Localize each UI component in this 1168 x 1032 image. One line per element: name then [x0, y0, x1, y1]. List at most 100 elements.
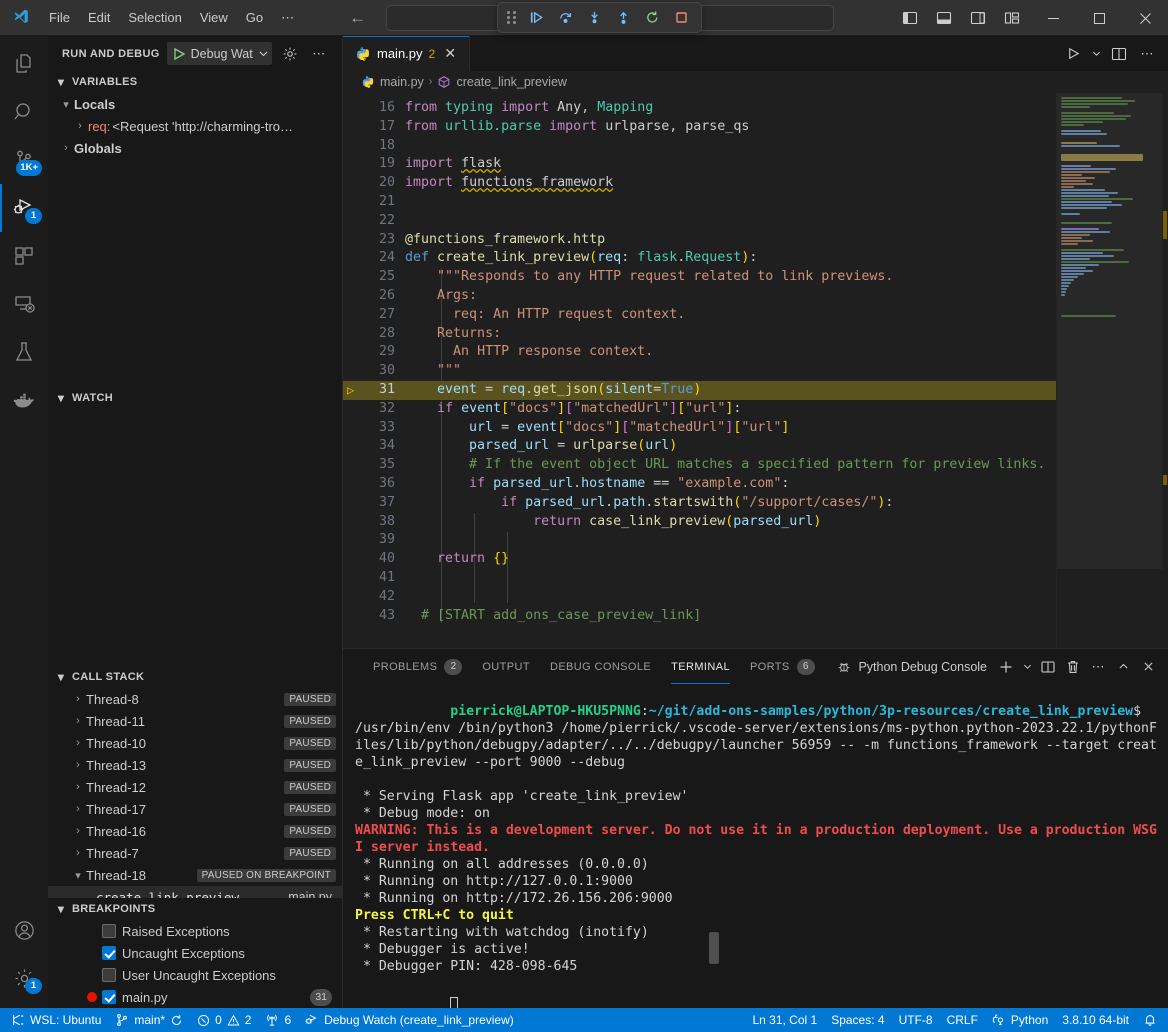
debug-step-into-icon[interactable] [581, 6, 607, 30]
tab-ports[interactable]: PORTS 6 [740, 649, 825, 684]
menu-more[interactable]: ⋯ [272, 6, 303, 30]
callstack-thread[interactable]: › Thread-17 PAUSED [48, 798, 342, 820]
new-terminal-icon[interactable] [994, 655, 1018, 679]
panel-more-actions-icon[interactable]: ⋯ [1086, 655, 1110, 679]
status-cursor-position[interactable]: Ln 31, Col 1 [745, 1008, 824, 1032]
breakpoint-checkbox[interactable] [102, 968, 116, 982]
status-remote-host[interactable]: WSL: Ubuntu [4, 1008, 108, 1032]
activitybar-item-docker[interactable] [0, 376, 48, 424]
editor-minimap[interactable] [1056, 93, 1168, 648]
tab-output[interactable]: OUTPUT [472, 649, 540, 684]
breakpoint-checkbox[interactable] [102, 924, 116, 938]
activitybar-item-testing[interactable] [0, 328, 48, 376]
status-problems[interactable]: 0 2 [190, 1008, 258, 1032]
breadcrumb-symbol[interactable]: create_link_preview [437, 75, 566, 89]
terminal-scrollbar-thumb[interactable] [709, 932, 719, 964]
breakpoint-item[interactable]: User Uncaught Exceptions [48, 964, 342, 986]
debug-step-over-icon[interactable] [552, 6, 578, 30]
callstack-thread[interactable]: › Thread-7 PAUSED [48, 842, 342, 864]
activitybar-item-source-control[interactable]: 1K+ [0, 136, 48, 184]
callstack-thread[interactable]: › Thread-10 PAUSED [48, 732, 342, 754]
tab-terminal[interactable]: TERMINAL [661, 649, 740, 684]
status-encoding[interactable]: UTF-8 [892, 1008, 940, 1032]
variables-node-locals[interactable]: ▾ Locals [48, 93, 342, 115]
split-terminal-icon[interactable] [1036, 655, 1060, 679]
status-notifications[interactable] [1136, 1008, 1164, 1032]
window-minimize-icon[interactable] [1030, 0, 1076, 36]
active-terminal-entry[interactable]: Python Debug Console [836, 659, 987, 675]
menu-edit[interactable]: Edit [79, 6, 119, 29]
status-interpreter-version[interactable]: 3.8.10 64-bit [1055, 1008, 1136, 1032]
status-ports[interactable]: 6 [258, 1008, 298, 1032]
menu-view[interactable]: View [191, 6, 237, 29]
status-debug-session[interactable]: Debug Watch (create_link_preview) [298, 1008, 521, 1032]
close-panel-icon[interactable] [1136, 655, 1160, 679]
activitybar-item-manage[interactable]: 1 [0, 954, 48, 1002]
toggle-primary-sidebar-icon[interactable] [894, 5, 926, 31]
variables-node-globals[interactable]: › Globals [48, 137, 342, 159]
menu-go[interactable]: Go [237, 6, 272, 29]
breakpoint-checkbox[interactable] [102, 946, 116, 960]
activitybar-item-run-and-debug[interactable]: 1 [0, 184, 48, 232]
editor-more-actions-icon[interactable]: ⋯ [1134, 41, 1160, 67]
activitybar-item-remote-explorer[interactable] [0, 280, 48, 328]
toggle-secondary-sidebar-icon[interactable] [962, 5, 994, 31]
debug-stop-icon[interactable] [668, 6, 694, 30]
activitybar-item-search[interactable] [0, 88, 48, 136]
menu-file[interactable]: File [40, 6, 79, 29]
tab-debug-console[interactable]: DEBUG CONSOLE [540, 649, 661, 684]
callstack-thread[interactable]: › Thread-12 PAUSED [48, 776, 342, 798]
run-python-file-icon[interactable] [1060, 41, 1086, 67]
callstack-thread[interactable]: › Thread-13 PAUSED [48, 754, 342, 776]
customize-layout-icon[interactable] [996, 5, 1028, 31]
menu-selection[interactable]: Selection [119, 6, 190, 29]
activitybar-item-explorer[interactable] [0, 40, 48, 88]
breakpoint-checkbox[interactable] [102, 990, 116, 1004]
code-content[interactable]: from typing import Any, Mapping from url… [405, 93, 1056, 644]
scrollbar-thumb[interactable] [1163, 211, 1167, 239]
status-eol[interactable]: CRLF [940, 1008, 985, 1032]
variables-section-header[interactable]: ▾ VARIABLES [48, 71, 342, 93]
callstack-thread[interactable]: › Thread-8 PAUSED [48, 688, 342, 710]
status-indentation[interactable]: Spaces: 4 [824, 1008, 891, 1032]
go-back-icon[interactable]: ← [349, 9, 366, 26]
status-language-mode[interactable]: Python [985, 1008, 1055, 1032]
status-git-branch[interactable]: main* [108, 1008, 190, 1032]
window-maximize-icon[interactable] [1076, 0, 1122, 36]
breakpoint-item[interactable]: Uncaught Exceptions [48, 942, 342, 964]
callstack-thread[interactable]: › Thread-16 PAUSED [48, 820, 342, 842]
breakpoint-item[interactable]: Raised Exceptions [48, 920, 342, 942]
breakpoints-section-header[interactable]: ▾ BREAKPOINTS [48, 898, 342, 920]
line-number-gutter[interactable]: 16 17 18 19 20 21 22 23 24 25 26 27 28 2… [343, 93, 405, 648]
activitybar-item-extensions[interactable] [0, 232, 48, 280]
code-editor[interactable]: 16 17 18 19 20 21 22 23 24 25 26 27 28 2… [343, 93, 1168, 648]
tab-problems[interactable]: PROBLEMS 2 [363, 649, 472, 684]
callstack-section-header[interactable]: ▾ CALL STACK [48, 666, 342, 688]
debug-settings-gear-icon[interactable] [279, 43, 301, 65]
sidebar-more-actions-icon[interactable]: ⋯ [308, 43, 330, 65]
activitybar-item-accounts[interactable] [0, 906, 48, 954]
callstack-frame[interactable]: create_link_preview main.py [48, 886, 342, 898]
terminal-output[interactable]: pierrick@LAPTOP-HKU5PNNG:~/git/add-ons-s… [343, 684, 1168, 1008]
code-text-area[interactable]: 16 17 18 19 20 21 22 23 24 25 26 27 28 2… [343, 93, 1056, 648]
debug-toolbar-drag-handle[interactable] [505, 10, 518, 26]
breakpoint-item-file[interactable]: main.py 31 [48, 986, 342, 1008]
split-editor-right-icon[interactable] [1106, 41, 1132, 67]
editor-scrollbar[interactable] [1162, 93, 1168, 648]
callstack-thread-active[interactable]: ▾ Thread-18 PAUSED ON BREAKPOINT [48, 864, 342, 886]
debug-continue-icon[interactable] [523, 6, 549, 30]
debug-config-selector[interactable]: Debug Wat [167, 42, 272, 65]
debug-step-out-icon[interactable] [610, 6, 636, 30]
toggle-panel-icon[interactable] [928, 5, 960, 31]
terminal-dropdown-chevron-down-icon[interactable] [1019, 655, 1035, 679]
run-options-chevron-down-icon[interactable] [1088, 41, 1104, 67]
maximize-panel-chevron-up-icon[interactable] [1111, 655, 1135, 679]
watch-section-header[interactable]: ▾ WATCH [48, 387, 342, 409]
tab-main-py[interactable]: main.py 2 ✕ [343, 36, 470, 71]
window-close-icon[interactable] [1122, 0, 1168, 36]
debug-restart-icon[interactable] [639, 6, 665, 30]
breadcrumb-file[interactable]: main.py [361, 75, 424, 89]
kill-terminal-trash-icon[interactable] [1061, 655, 1085, 679]
tab-close-icon[interactable]: ✕ [441, 45, 459, 63]
variables-node-req[interactable]: › req: <Request 'http://charming-tro… [48, 115, 342, 137]
